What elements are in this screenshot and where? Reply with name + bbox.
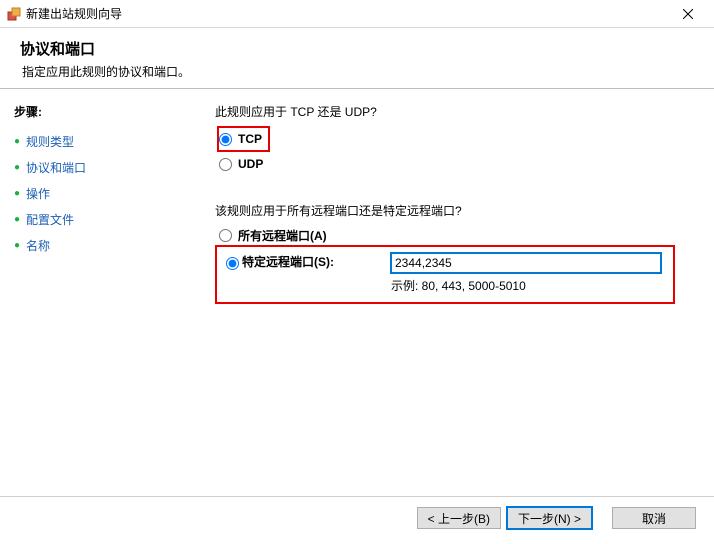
udp-radio[interactable] <box>219 158 232 171</box>
wizard-sidebar: 步骤: ● 规则类型 ● 协议和端口 ● 操作 ● 配置文件 ● 名称 <box>0 89 195 544</box>
step-protocol-ports[interactable]: ● 协议和端口 <box>14 154 183 180</box>
protocol-question: 此规则应用于 TCP 还是 UDP? <box>215 103 694 120</box>
all-ports-radio[interactable] <box>219 229 232 242</box>
window-title: 新建出站规则向导 <box>26 5 668 22</box>
step-rule-type[interactable]: ● 规则类型 <box>14 128 183 154</box>
udp-label[interactable]: UDP <box>238 157 263 171</box>
all-ports-label[interactable]: 所有远程端口(A) <box>238 227 327 244</box>
next-button[interactable]: 下一步(N) > <box>507 507 592 529</box>
wizard-header: 协议和端口 指定应用此规则的协议和端口。 <box>0 28 714 89</box>
step-label: 协议和端口 <box>26 159 86 176</box>
step-profile[interactable]: ● 配置文件 <box>14 206 183 232</box>
step-label: 操作 <box>26 185 50 202</box>
step-label: 规则类型 <box>26 133 74 150</box>
ports-input[interactable] <box>391 253 661 273</box>
close-icon <box>683 9 693 19</box>
bullet-icon: ● <box>14 162 20 173</box>
app-icon <box>6 6 22 22</box>
tcp-radio[interactable] <box>219 133 232 146</box>
cancel-button[interactable]: 取消 <box>612 507 696 529</box>
step-action[interactable]: ● 操作 <box>14 180 183 206</box>
wizard-content: 此规则应用于 TCP 还是 UDP? TCP UDP 该规则应用于所有远程端口还… <box>195 89 714 544</box>
bullet-icon: ● <box>14 188 20 199</box>
specific-ports-radio[interactable] <box>226 257 239 270</box>
steps-heading: 步骤: <box>14 103 183 120</box>
specific-ports-label[interactable]: 特定远程端口(S): <box>242 253 334 270</box>
specific-ports-highlight: 特定远程端口(S): 示例: 80, 443, 5000-5010 <box>215 245 675 304</box>
close-button[interactable] <box>668 2 708 26</box>
port-question: 该规则应用于所有远程端口还是特定远程端口? <box>215 202 694 219</box>
bullet-icon: ● <box>14 136 20 147</box>
titlebar: 新建出站规则向导 <box>0 0 714 28</box>
ports-example: 示例: 80, 443, 5000-5010 <box>391 277 665 294</box>
step-name[interactable]: ● 名称 <box>14 232 183 258</box>
page-title: 协议和端口 <box>20 38 694 59</box>
tcp-label[interactable]: TCP <box>238 132 262 146</box>
page-subtitle: 指定应用此规则的协议和端口。 <box>22 63 694 80</box>
bullet-icon: ● <box>14 240 20 251</box>
tcp-highlight: TCP <box>217 126 270 152</box>
back-button[interactable]: < 上一步(B) <box>417 507 501 529</box>
wizard-footer: < 上一步(B) 下一步(N) > 取消 <box>0 496 714 539</box>
step-label: 名称 <box>26 237 50 254</box>
bullet-icon: ● <box>14 214 20 225</box>
step-label: 配置文件 <box>26 211 74 228</box>
